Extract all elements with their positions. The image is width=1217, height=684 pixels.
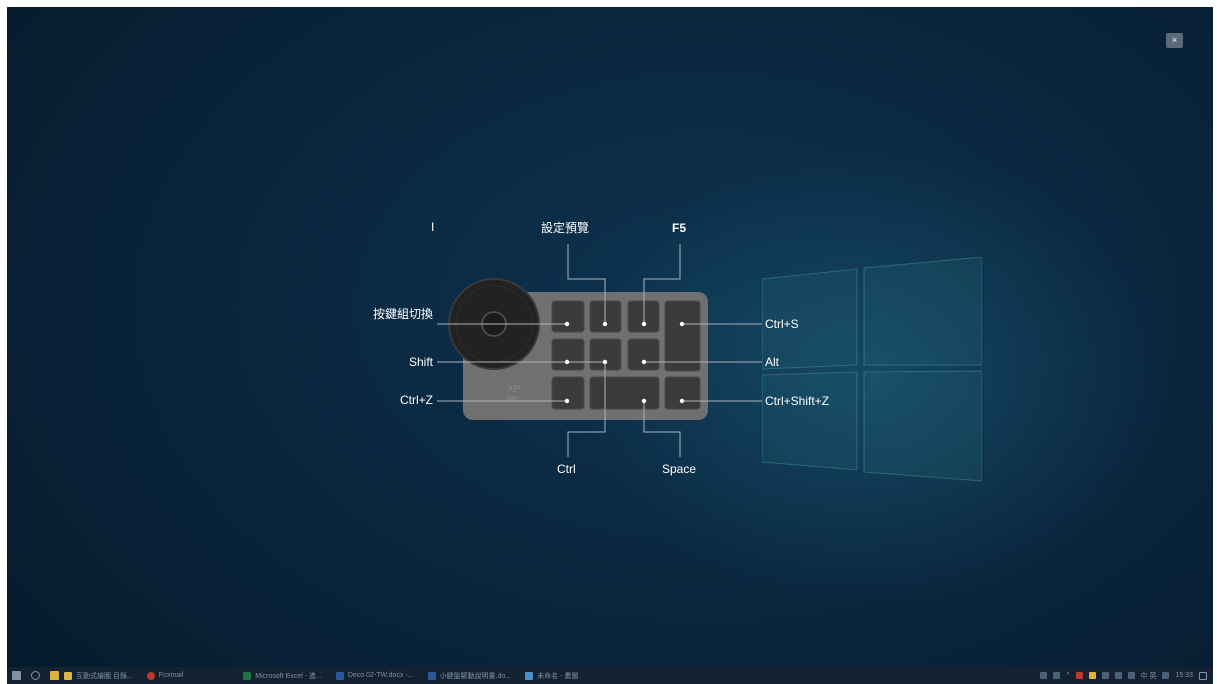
shortcut-remote-diagram: XP pen (437, 244, 762, 457)
key-label-alt: Alt (765, 355, 780, 369)
tray-app-icon[interactable] (1088, 672, 1096, 679)
shortcut-key-r1c1[interactable] (551, 300, 585, 333)
taskbar-item-label: 未命名 - 畫圖 (537, 672, 579, 680)
start-windows-icon[interactable] (12, 671, 21, 680)
key-label-save: Ctrl+S (765, 317, 799, 331)
paint-icon (525, 671, 534, 680)
desktop-background: × XP pen I 設定預覽 F5 按鍵組切換 Shift Ctrl+Z Ct… (7, 7, 1213, 667)
keyboard-icon[interactable] (1162, 672, 1170, 679)
foxmail-icon (146, 671, 155, 680)
ime-indicator[interactable]: 中 英 (1141, 671, 1157, 681)
tray-app-icon[interactable] (1101, 672, 1109, 679)
taskbar-item-paint[interactable]: 未命名 - 畫圖 (525, 671, 578, 681)
taskbar: 互動式繪圖 目錄... Foxmail Microsoft Excel - 進.… (7, 667, 1213, 684)
key-label-space: Space (662, 462, 697, 476)
word-icon (427, 671, 436, 680)
taskbar-item-word-manual[interactable]: 小鍵盤驅動說明書.do... (427, 671, 512, 681)
shortcut-key-space-wide[interactable] (589, 376, 660, 410)
taskbar-item-foxmail[interactable]: Foxmail (146, 671, 184, 680)
taskbar-item-label: 互動式繪圖 目錄... (76, 672, 133, 680)
tray-app-icon[interactable] (1040, 672, 1048, 679)
tray-app-icon[interactable] (1053, 672, 1061, 679)
search-icon[interactable] (31, 671, 40, 680)
volume-icon[interactable] (1127, 672, 1135, 679)
chevron-up-icon[interactable]: ^ (1066, 672, 1069, 679)
folder-icon (64, 671, 72, 680)
taskbar-item-excel[interactable]: Microsoft Excel - 進... (243, 671, 322, 681)
shortcut-key-r2c3[interactable] (627, 338, 660, 371)
taskbar-item-label: Microsoft Excel - 進... (255, 672, 322, 680)
key-label-redo: Ctrl+Shift+Z (765, 394, 830, 408)
key-label-top-right: F5 (672, 221, 687, 235)
taskbar-item-word-deco[interactable]: Deco 02-TW.docx -... (335, 671, 414, 680)
shortcut-key-r2c1[interactable] (551, 338, 585, 371)
shortcut-key-r3c4[interactable] (664, 376, 701, 410)
tray-app-icon[interactable] (1075, 672, 1083, 679)
taskbar-item-label: Deco 02-TW.docx -... (347, 672, 414, 679)
key-label-shift: Shift (408, 355, 433, 369)
excel-icon (243, 671, 252, 680)
clock-time[interactable]: 15:33 (1175, 672, 1193, 679)
system-tray: ^ 中 英 15:33 (1040, 671, 1213, 681)
notifications-icon[interactable] (1199, 671, 1207, 680)
key-label-top-middle: 設定預覽 (541, 221, 590, 235)
key-label-dial-top: I (431, 220, 435, 234)
network-icon[interactable] (1114, 672, 1122, 679)
file-explorer-icon[interactable] (50, 671, 59, 680)
taskbar-item-folder[interactable]: 互動式繪圖 目錄... (64, 671, 133, 681)
taskbar-item-label: Foxmail (158, 672, 184, 679)
key-label-undo: Ctrl+Z (400, 393, 433, 407)
word-icon (335, 671, 344, 680)
shortcut-key-r3c1[interactable] (551, 376, 585, 410)
key-label-dial-switch: 按鍵組切換 (372, 307, 433, 321)
shortcut-key-r1c4-tall[interactable] (664, 300, 701, 372)
device-brand-logo: XP (507, 384, 521, 395)
key-label-ctrl: Ctrl (557, 462, 576, 476)
taskbar-item-label: 小鍵盤驅動說明書.do... (439, 672, 512, 680)
